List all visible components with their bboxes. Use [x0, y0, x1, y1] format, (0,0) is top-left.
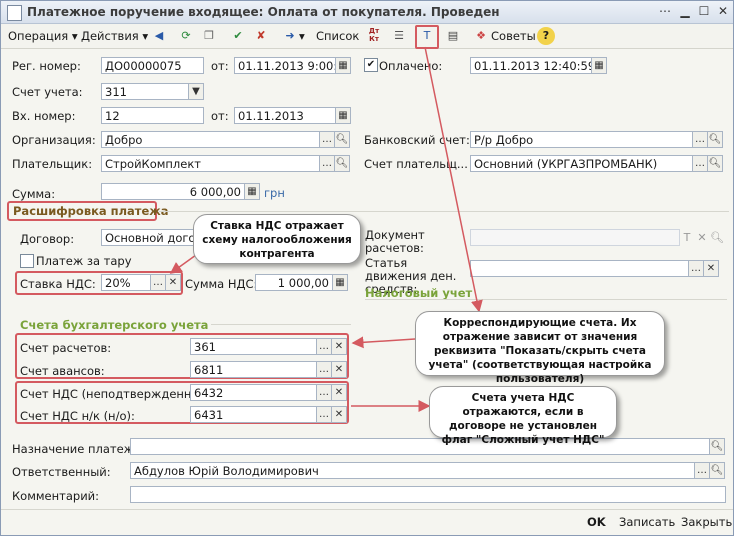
- annotation-arrows: [169, 46, 483, 412]
- vat-rate-arrow: [169, 254, 197, 274]
- corr-accounts-callout: Корреспондирующие счета. Их отражение за…: [415, 311, 665, 385]
- vat-rate-callout: Ставка НДС отражает схему налогообложени…: [193, 214, 361, 264]
- corr-accounts-arrow: [351, 336, 416, 349]
- vat-accounts-callout: Счета учета НДС отражаются, если в догов…: [429, 386, 617, 446]
- document-window: Платежное поручение входящее: Оплата от …: [0, 0, 734, 536]
- show-accounts-arrow: [424, 46, 483, 313]
